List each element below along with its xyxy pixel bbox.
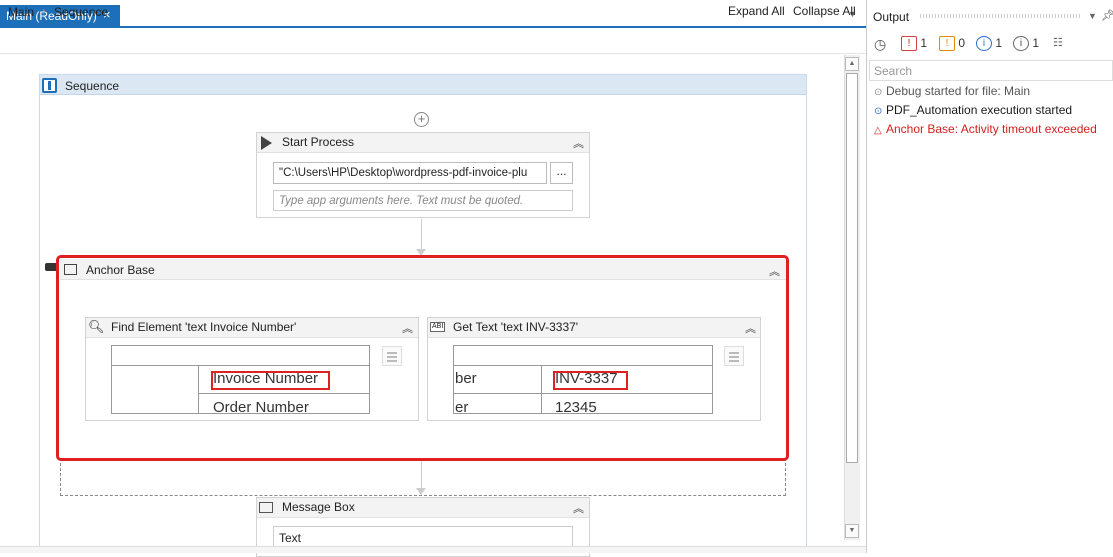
sequence-header[interactable] xyxy=(40,75,806,95)
warnings-filter-button[interactable]: ! 0 xyxy=(939,36,966,52)
trace-log-icon: ⊙ xyxy=(874,87,883,98)
error-icon: ! xyxy=(901,36,917,52)
pin-icon[interactable]: 📌︎ xyxy=(1101,9,1113,22)
message-icon xyxy=(259,502,273,513)
log-entry[interactable]: ⊙ PDF_Automation execution started xyxy=(874,103,1072,117)
warning-icon: ! xyxy=(939,36,955,52)
trace-filter-button[interactable]: i 1 xyxy=(1013,36,1040,52)
collapse-all-button[interactable]: Collapse All xyxy=(793,4,856,18)
output-panel-title: Output xyxy=(873,10,910,24)
clock-icon[interactable]: ◷ xyxy=(874,36,886,53)
scroll-up-icon[interactable]: ▲ xyxy=(845,57,859,71)
errors-count: 1 xyxy=(920,36,928,50)
trace-icon: i xyxy=(1013,36,1029,52)
collapse-chevron-icon[interactable]: ︽ xyxy=(573,500,584,516)
file-path-input[interactable]: "C:\Users\HP\Desktop\wordpress-pdf-invoi… xyxy=(273,162,547,184)
warnings-count: 0 xyxy=(958,36,966,50)
log-entry[interactable]: ⊙ Debug started for file: Main xyxy=(874,84,1030,98)
breadcrumb-item-main[interactable]: Main xyxy=(8,5,34,19)
scrollbar-thumb[interactable] xyxy=(846,73,858,463)
connector-line xyxy=(421,219,422,251)
panel-dropdown-icon[interactable]: ▼ xyxy=(1088,11,1097,21)
sequence-title: Sequence xyxy=(65,79,120,93)
info-log-icon: ⊙ xyxy=(874,106,883,117)
collapse-chevron-icon[interactable]: ︽ xyxy=(573,135,584,151)
info-filter-button[interactable]: i 1 xyxy=(976,36,1003,52)
designer-status-bar xyxy=(0,546,866,553)
sequence-icon xyxy=(42,78,57,93)
play-icon xyxy=(261,136,272,150)
breadcrumb-separator-icon: › xyxy=(42,4,46,18)
message-text-input[interactable]: Text xyxy=(273,526,573,548)
browse-button[interactable]: ... xyxy=(550,162,573,184)
error-log-icon: △ xyxy=(874,125,882,136)
start-process-title: Start Process xyxy=(282,135,355,149)
info-icon: i xyxy=(976,36,992,52)
output-panel xyxy=(866,0,1113,553)
clear-list-icon[interactable]: ☷ xyxy=(1053,36,1063,49)
message-box-title: Message Box xyxy=(282,500,355,514)
output-search-input[interactable]: Search xyxy=(869,60,1113,81)
breadcrumb-item-sequence[interactable]: Sequence xyxy=(54,5,108,19)
scroll-down-icon[interactable]: ▼ xyxy=(845,524,859,538)
connector-line xyxy=(421,461,422,489)
log-entry[interactable]: △ Anchor Base: Activity timeout exceeded xyxy=(874,122,1097,136)
trace-count: 1 xyxy=(1032,36,1040,50)
error-highlight xyxy=(56,255,789,461)
arguments-input[interactable]: Type app arguments here. Text must be qu… xyxy=(273,190,573,211)
breadcrumb-bar xyxy=(0,30,866,54)
connector-arrow-icon xyxy=(416,488,426,495)
errors-filter-button[interactable]: ! 1 xyxy=(901,36,928,52)
panel-drag-grip[interactable] xyxy=(920,14,1080,18)
add-activity-icon[interactable]: + xyxy=(414,112,429,127)
info-count: 1 xyxy=(995,36,1003,50)
expand-all-button[interactable]: Expand All xyxy=(728,4,785,18)
